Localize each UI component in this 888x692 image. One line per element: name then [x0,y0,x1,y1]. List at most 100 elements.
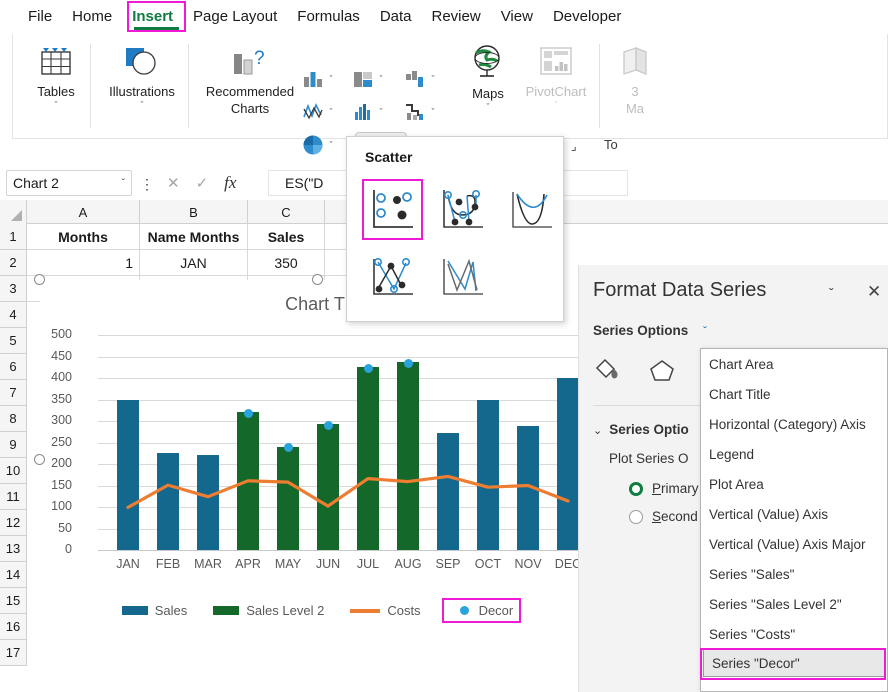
ribbon-tab-file[interactable]: File [18,4,62,29]
cell-b2[interactable]: JAN [140,250,248,276]
ribbon-tab-page-layout[interactable]: Page Layout [183,4,287,29]
waterfall-chart-dropdown[interactable]: ˇ [426,66,440,92]
cancel-icon[interactable]: ✕ [167,174,180,192]
ribbon-button-3d-map[interactable]: 3 Ma [605,34,665,138]
row-header-12[interactable]: 12 [0,510,27,536]
legend-item-costs[interactable]: Costs [350,603,420,618]
fill-bucket-icon[interactable] [593,355,623,385]
elem-item-series-sales[interactable]: Series "Sales" [701,559,887,589]
pentagon-effects-icon[interactable] [647,355,677,385]
elem-item-vertical-value-axis-major[interactable]: Vertical (Value) Axis Major [701,529,887,559]
series-options-section-header[interactable]: ⌄Series Optio [593,422,689,437]
column-chart-dropdown[interactable]: ˇ [324,66,338,92]
radio-secondary-axis[interactable]: Second [629,509,698,524]
column-chart-button[interactable] [300,66,326,92]
row-header-8[interactable]: 8 [0,406,27,432]
scatter-option-smooth-lines-markers[interactable] [433,180,491,238]
ribbon-tab-insert[interactable]: Insert [122,4,183,29]
pie-chart-dropdown[interactable]: ˇ [324,132,338,158]
pivotchart-caret-icon[interactable]: ˇ [555,100,558,110]
cell-b1[interactable]: Name Months [140,224,248,250]
scatter-option-straight-lines[interactable] [433,247,491,305]
row-header-4[interactable]: 4 [0,302,27,328]
statistic-chart-dropdown[interactable]: ˇ [374,99,388,125]
ribbon-tab-formulas[interactable]: Formulas [287,4,370,29]
row-header-5[interactable]: 5 [0,328,27,354]
formula-bar-kebab-icon[interactable]: ⋮ [140,176,154,193]
elem-item-series-sales-level-2[interactable]: Series "Sales Level 2" [701,589,887,619]
insert-function-icon[interactable]: fx [224,173,236,193]
row-header-1[interactable]: 1 [0,224,27,250]
maps-caret-icon[interactable]: ˇ [487,102,490,112]
name-box[interactable]: Chart 2 ˇ [6,170,132,196]
combo-chart-button[interactable] [402,99,428,125]
row-header-6[interactable]: 6 [0,354,27,380]
elem-item-horizontal-category-axis[interactable]: Horizontal (Category) Axis [701,409,887,439]
chart-element-dropdown-list[interactable]: Chart Area Chart Title Horizontal (Categ… [700,348,888,692]
row-header-16[interactable]: 16 [0,614,27,640]
ribbon-tab-data[interactable]: Data [370,4,422,29]
enter-icon[interactable]: ✓ [196,174,209,192]
pie-chart-button[interactable] [300,132,326,158]
cell-c1[interactable]: Sales [248,224,325,250]
row-header-11[interactable]: 11 [0,484,27,510]
ribbon-tab-home[interactable]: Home [62,4,122,29]
column-header-c[interactable]: C [248,200,325,224]
ribbon-button-pivotchart[interactable]: PivotChart ˇ [518,34,594,138]
line-chart-dropdown[interactable]: ˇ [324,99,338,125]
select-all-corner[interactable] [0,200,27,224]
hierarchy-chart-button[interactable] [350,66,376,92]
chart-handle-mid-left[interactable] [34,454,45,465]
row-header-9[interactable]: 9 [0,432,27,458]
chart-legend[interactable]: Sales Sales Level 2 Costs Decor [40,598,590,623]
row-header-15[interactable]: 15 [0,588,27,614]
chart-handle-top-left[interactable] [34,274,45,285]
row-header-10[interactable]: 10 [0,458,27,484]
legend-item-decor[interactable]: Decor [442,598,522,623]
elem-item-series-decor[interactable]: Series "Decor" [703,649,885,677]
row-header-13[interactable]: 13 [0,536,27,562]
ribbon-tab-view[interactable]: View [491,4,543,29]
elem-item-legend[interactable]: Legend [701,439,887,469]
ribbon-button-maps[interactable]: Maps ˇ [453,34,523,138]
ribbon-button-recommended-charts[interactable]: ? Recommended Charts [195,34,305,138]
row-header-7[interactable]: 7 [0,380,27,406]
legend-item-sales-level-2[interactable]: Sales Level 2 [213,603,324,618]
series-options-section-caret-icon[interactable]: ⌄ [593,425,602,437]
elem-item-plot-area[interactable]: Plot Area [701,469,887,499]
scatter-option-smooth-lines[interactable] [502,180,560,238]
chevron-down-icon[interactable]: ˇ [122,178,125,189]
illustrations-caret-icon[interactable]: ˇ [141,100,144,110]
elem-item-vertical-value-axis[interactable]: Vertical (Value) Axis [701,499,887,529]
format-pane-chevron-down-icon[interactable]: ˇ [829,285,834,301]
chart-handle-top-center[interactable] [312,274,323,285]
charts-dialog-launcher-icon[interactable]: ⌟ [571,139,577,153]
hierarchy-chart-dropdown[interactable]: ˇ [374,66,388,92]
ribbon-button-illustrations[interactable]: Illustrations ˇ [93,34,191,138]
combo-chart-dropdown[interactable]: ˇ [426,99,440,125]
ribbon-button-tables[interactable]: Tables ˇ [21,34,91,138]
legend-item-sales[interactable]: Sales [122,603,188,618]
ribbon-tab-review[interactable]: Review [422,4,491,29]
row-header-17[interactable]: 17 [0,640,27,666]
row-header-2[interactable]: 2 [0,250,27,276]
column-header-a[interactable]: A [27,200,140,224]
row-header-3[interactable]: 3 [0,276,27,302]
ribbon-tab-developer[interactable]: Developer [543,4,631,29]
costs-line-series[interactable] [98,335,578,550]
elem-item-chart-area[interactable]: Chart Area [701,349,887,379]
row-header-14[interactable]: 14 [0,562,27,588]
cell-c2[interactable]: 350 [248,250,325,276]
chart-object[interactable]: Chart T 500 450 400 350 300 250 200 150 … [40,280,590,645]
cell-a2[interactable]: 1 [27,250,140,276]
waterfall-chart-button[interactable] [402,66,428,92]
chart-plot-area[interactable]: 500 450 400 350 300 250 200 150 100 50 0 [98,335,578,550]
line-chart-button[interactable] [300,99,326,125]
elem-item-series-costs[interactable]: Series "Costs" [701,619,887,649]
radio-primary-axis[interactable]: Primary [629,481,699,496]
series-options-chevron-down-icon[interactable]: ˇ [703,324,707,338]
column-header-b[interactable]: B [140,200,248,224]
elem-item-chart-title[interactable]: Chart Title [701,379,887,409]
cell-a1[interactable]: Months [27,224,140,250]
statistic-chart-button[interactable] [350,99,376,125]
